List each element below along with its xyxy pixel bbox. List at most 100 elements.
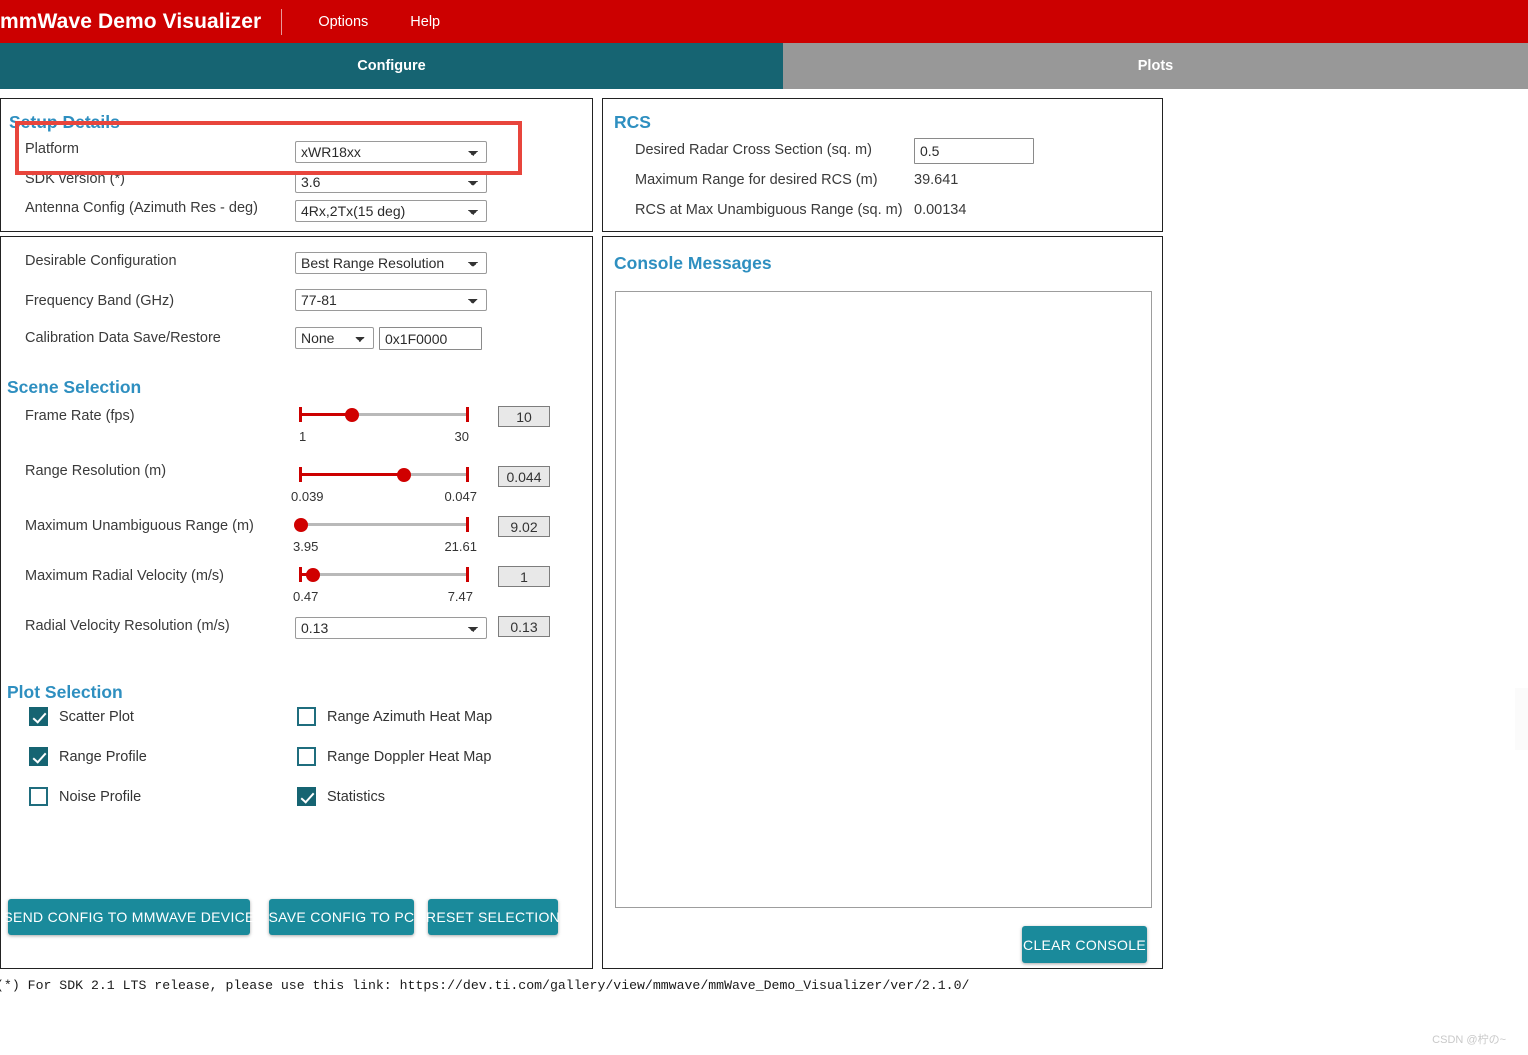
sdk-version-label: SDK version (*) bbox=[25, 171, 125, 187]
frame-rate-value: 10 bbox=[498, 406, 550, 427]
setup-details-panel: Setup Details Platform xWR18xx SDK versi… bbox=[0, 98, 593, 232]
frame-rate-max-tick: 30 bbox=[454, 429, 469, 444]
slider-endcap-right bbox=[466, 517, 469, 532]
frequency-band-label: Frequency Band (GHz) bbox=[25, 293, 175, 309]
max-radial-velocity-max-tick: 7.47 bbox=[447, 589, 473, 604]
range-doppler-heat-map-checkbox[interactable] bbox=[297, 747, 316, 766]
radial-velocity-resolution-label: Radial Velocity Resolution (m/s) bbox=[25, 618, 230, 634]
footer-note: (*) For SDK 2.1 LTS release, please use … bbox=[0, 978, 970, 993]
tab-bar: Configure Plots bbox=[0, 43, 1528, 89]
scatter-plot-label: Scatter Plot bbox=[59, 708, 134, 725]
checkbox-row-statistics[interactable]: Statistics bbox=[297, 787, 385, 806]
slider-thumb[interactable] bbox=[397, 467, 412, 482]
statistics-checkbox[interactable] bbox=[297, 787, 316, 806]
checkbox-row-noise-profile[interactable]: Noise Profile bbox=[29, 787, 141, 806]
max-radial-velocity-slider[interactable]: 0.47 7.47 bbox=[293, 562, 473, 604]
rcs-panel: RCS Desired Radar Cross Section (sq. m) … bbox=[602, 98, 1163, 232]
sdk-version-select[interactable]: 3.6 bbox=[295, 171, 487, 193]
page-scrollbar[interactable] bbox=[1515, 688, 1528, 750]
scatter-plot-checkbox[interactable] bbox=[29, 707, 48, 726]
platform-select[interactable]: xWR18xx bbox=[295, 141, 487, 163]
slider-thumb[interactable] bbox=[294, 517, 308, 532]
slider-fill bbox=[299, 473, 405, 476]
menu-item-help[interactable]: Help bbox=[400, 10, 450, 34]
rcs-at-max-range-label: RCS at Max Unambiguous Range (sq. m) bbox=[635, 202, 903, 218]
plot-selection-title: Plot Selection bbox=[7, 682, 123, 702]
header-divider bbox=[281, 8, 283, 35]
range-resolution-min-tick: 0.039 bbox=[291, 489, 324, 504]
app-title: mmWave Demo Visualizer bbox=[0, 9, 262, 33]
max-unambiguous-range-min-tick: 3.95 bbox=[293, 539, 319, 554]
tab-plots[interactable]: Plots bbox=[783, 43, 1528, 89]
setup-row-antenna: Antenna Config (Azimuth Res - deg) bbox=[25, 200, 295, 216]
slider-endcap-left bbox=[299, 467, 302, 482]
send-config-button[interactable]: SEND CONFIG TO MMWAVE DEVICE bbox=[3, 899, 254, 935]
max-unambiguous-range-max-tick: 21.61 bbox=[444, 539, 477, 554]
max-range-rcs-label: Maximum Range for desired RCS (m) bbox=[635, 172, 878, 188]
calibration-mode-select[interactable]: None bbox=[295, 327, 374, 349]
desired-rcs-input[interactable] bbox=[914, 138, 1034, 164]
max-unambiguous-range-label: Maximum Unambiguous Range (m) bbox=[25, 518, 254, 534]
app-root: mmWave Demo Visualizer Options Help Conf… bbox=[0, 0, 1528, 1055]
range-profile-checkbox[interactable] bbox=[29, 747, 48, 766]
noise-profile-checkbox[interactable] bbox=[29, 787, 48, 806]
console-panel: Console Messages CLEAR CONSOLE bbox=[602, 236, 1163, 969]
rcs-title: RCS bbox=[614, 112, 651, 132]
slider-thumb[interactable] bbox=[344, 407, 359, 422]
slider-thumb[interactable] bbox=[305, 567, 320, 582]
max-unambiguous-range-value: 9.02 bbox=[498, 516, 550, 537]
radial-velocity-resolution-select[interactable]: 0.13 bbox=[295, 617, 487, 639]
frame-rate-min-tick: 1 bbox=[299, 429, 307, 444]
range-doppler-heat-map-label: Range Doppler Heat Map bbox=[327, 748, 492, 765]
clear-console-button[interactable]: CLEAR CONSOLE bbox=[1022, 926, 1147, 963]
setup-row-sdk: SDK version (*) bbox=[25, 171, 295, 187]
console-messages-title: Console Messages bbox=[614, 253, 772, 273]
scene-selection-title: Scene Selection bbox=[7, 377, 142, 397]
slider-endcap-right bbox=[466, 467, 469, 482]
menu-item-options[interactable]: Options bbox=[308, 10, 378, 34]
slider-endcap-left bbox=[299, 567, 302, 582]
slider-track bbox=[299, 523, 469, 526]
calibration-data-label: Calibration Data Save/Restore bbox=[25, 330, 221, 346]
slider-endcap-right bbox=[466, 567, 469, 582]
noise-profile-label: Noise Profile bbox=[59, 788, 142, 805]
watermark-label: CSDN @柠の~ bbox=[1432, 1034, 1506, 1046]
range-azimuth-heat-map-label: Range Azimuth Heat Map bbox=[327, 708, 493, 725]
slider-fill bbox=[299, 413, 352, 416]
frame-rate-label: Frame Rate (fps) bbox=[25, 408, 135, 424]
max-radial-velocity-min-tick: 0.47 bbox=[293, 589, 319, 604]
range-resolution-max-tick: 0.047 bbox=[444, 489, 477, 504]
desirable-configuration-select[interactable]: Best Range Resolution bbox=[295, 252, 487, 274]
tab-configure[interactable]: Configure bbox=[0, 43, 783, 89]
frame-rate-slider[interactable]: 1 30 bbox=[299, 402, 469, 444]
checkbox-row-range-profile[interactable]: Range Profile bbox=[29, 747, 147, 766]
setup-details-title: Setup Details bbox=[9, 112, 120, 132]
range-azimuth-heat-map-checkbox[interactable] bbox=[297, 707, 316, 726]
console-output-area[interactable] bbox=[615, 291, 1152, 908]
radial-velocity-resolution-value: 0.13 bbox=[498, 616, 550, 637]
max-unambiguous-range-slider[interactable]: 3.95 21.61 bbox=[293, 512, 477, 554]
slider-endcap-left bbox=[299, 407, 302, 422]
range-profile-label: Range Profile bbox=[59, 748, 147, 765]
statistics-label: Statistics bbox=[327, 788, 386, 805]
checkbox-row-range-azimuth-heat-map[interactable]: Range Azimuth Heat Map bbox=[297, 707, 492, 726]
rcs-at-max-range-value: 0.00134 bbox=[914, 202, 967, 218]
slider-track bbox=[299, 573, 469, 576]
max-radial-velocity-label: Maximum Radial Velocity (m/s) bbox=[25, 568, 225, 584]
save-config-button[interactable]: SAVE CONFIG TO PC bbox=[269, 899, 414, 935]
desirable-configuration-label: Desirable Configuration bbox=[25, 253, 177, 269]
reset-selection-button[interactable]: RESET SELECTION bbox=[426, 899, 560, 935]
antenna-config-label: Antenna Config (Azimuth Res - deg) bbox=[25, 200, 258, 216]
range-resolution-slider[interactable]: 0.039 0.047 bbox=[291, 462, 477, 504]
top-header-bar: mmWave Demo Visualizer Options Help bbox=[0, 0, 1528, 43]
max-range-rcs-value: 39.641 bbox=[914, 172, 959, 188]
range-resolution-value: 0.044 bbox=[498, 466, 550, 487]
frequency-band-select[interactable]: 77-81 bbox=[295, 289, 487, 311]
platform-label: Platform bbox=[25, 141, 79, 157]
setup-row-platform: Platform bbox=[25, 141, 295, 157]
calibration-address-input[interactable] bbox=[379, 327, 482, 350]
checkbox-row-range-doppler-heat-map[interactable]: Range Doppler Heat Map bbox=[297, 747, 491, 766]
slider-endcap-right bbox=[466, 407, 469, 422]
antenna-config-select[interactable]: 4Rx,2Tx(15 deg) bbox=[295, 200, 487, 222]
checkbox-row-scatter-plot[interactable]: Scatter Plot bbox=[29, 707, 134, 726]
